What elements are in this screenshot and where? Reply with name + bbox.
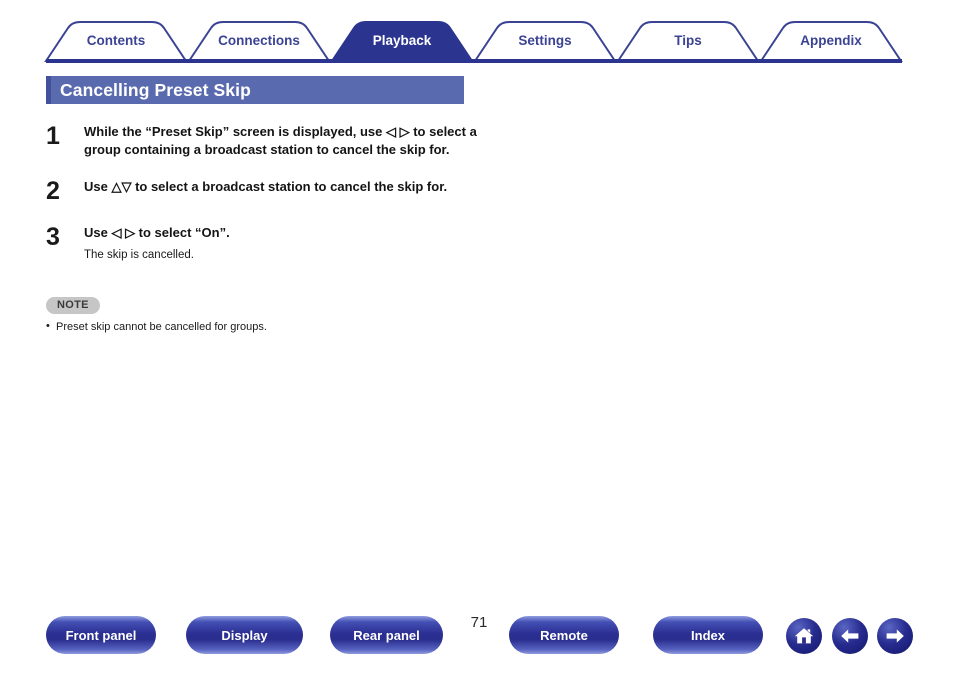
tab-label-contents: Contents (87, 33, 146, 48)
tab-label-playback: Playback (373, 33, 432, 48)
step-item: 3 Use ◁ ▷ to select “On”. The skip is ca… (46, 219, 516, 263)
display-button[interactable]: Display (186, 616, 303, 654)
steps-list: 1 While the “Preset Skip” screen is disp… (46, 118, 516, 278)
step-text: Use ◁ ▷ to select “On”. (84, 225, 230, 240)
note-badge: NOTE (46, 297, 100, 314)
home-button[interactable] (786, 618, 822, 654)
arrow-left-icon (841, 629, 859, 643)
step-body: While the “Preset Skip” screen is displa… (84, 118, 516, 158)
page-number: 71 (470, 614, 488, 631)
step-body: Use △▽ to select a broadcast station to … (84, 173, 516, 196)
tab-label-connections: Connections (218, 33, 300, 48)
index-label: Index (691, 627, 725, 643)
step-subtext: The skip is cancelled. (84, 248, 194, 261)
page-title-bar: Cancelling Preset Skip (46, 76, 464, 104)
page-title: Cancelling Preset Skip (60, 79, 251, 100)
index-button[interactable]: Index (653, 616, 763, 654)
remote-label: Remote (540, 627, 588, 643)
step-text: While the “Preset Skip” screen is displa… (84, 124, 477, 157)
note-list: Preset skip cannot be cancelled for grou… (46, 319, 516, 335)
display-label: Display (221, 627, 268, 643)
note-block: NOTE Preset skip cannot be cancelled for… (46, 295, 516, 335)
step-number: 3 (46, 223, 60, 251)
front-panel-button[interactable]: Front panel (46, 616, 156, 654)
tab-bar: Contents Connections Playback Settings T… (0, 18, 954, 64)
back-button[interactable] (832, 618, 868, 654)
tab-label-appendix: Appendix (800, 33, 862, 48)
step-item: 1 While the “Preset Skip” screen is disp… (46, 118, 516, 158)
tab-label-settings: Settings (518, 33, 571, 48)
step-number: 1 (46, 122, 60, 150)
forward-button[interactable] (877, 618, 913, 654)
front-panel-label: Front panel (65, 627, 137, 643)
step-number: 2 (46, 177, 60, 205)
note-item: Preset skip cannot be cancelled for grou… (46, 319, 516, 335)
rear-panel-button[interactable]: Rear panel (330, 616, 443, 654)
step-item: 2 Use △▽ to select a broadcast station t… (46, 173, 516, 204)
remote-button[interactable]: Remote (509, 616, 619, 654)
arrow-right-icon (886, 629, 904, 643)
tab-bar-underline (46, 59, 902, 63)
step-body: Use ◁ ▷ to select “On”. The skip is canc… (84, 219, 516, 263)
home-icon (794, 628, 814, 644)
tab-label-tips: Tips (674, 33, 702, 48)
rear-panel-label: Rear panel (353, 627, 420, 643)
step-text: Use △▽ to select a broadcast station to … (84, 179, 448, 194)
